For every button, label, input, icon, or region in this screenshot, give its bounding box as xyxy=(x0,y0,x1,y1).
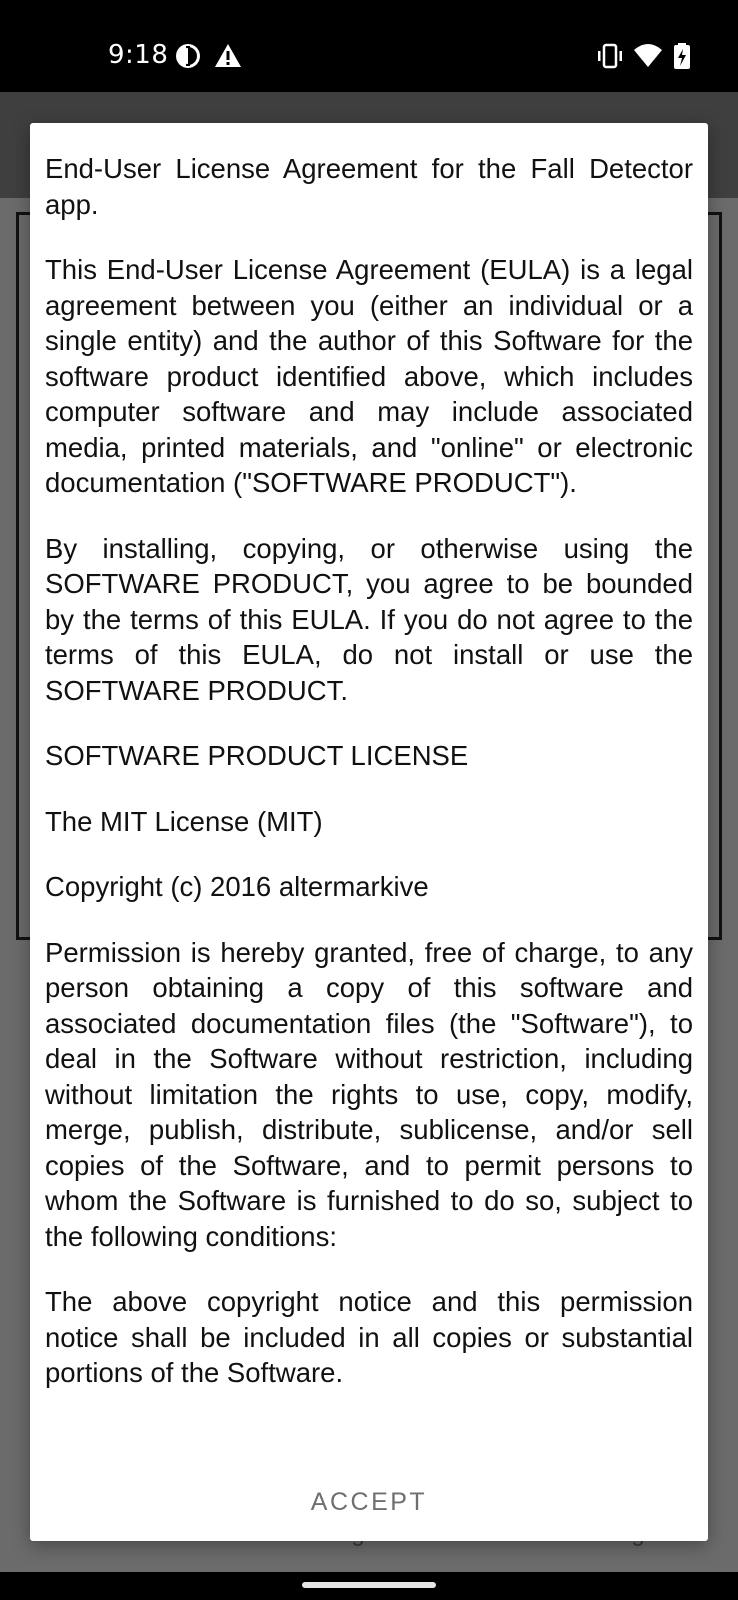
data-saver-icon xyxy=(174,42,202,70)
eula-dialog: End-User License Agreement for the Fall … xyxy=(30,123,708,1541)
dialog-actions: ACCEPT xyxy=(30,1463,708,1541)
battery-charging-icon xyxy=(668,42,696,70)
wifi-icon xyxy=(634,42,662,70)
system-navigation-bar xyxy=(0,1572,738,1600)
eula-license-name: The MIT License (MIT) xyxy=(45,805,323,837)
status-time: 9:18 xyxy=(108,40,169,70)
eula-copyright: Copyright (c) 2016 altermarkive xyxy=(45,871,429,902)
eula-title: End-User License Agreement for the Fall … xyxy=(45,153,693,220)
eula-paragraph: By installing, copying, or otherwise usi… xyxy=(45,532,693,706)
eula-paragraph: Permission is hereby granted, free of ch… xyxy=(45,936,693,1252)
alert-icon xyxy=(214,42,242,70)
vibrate-icon xyxy=(596,42,624,70)
eula-paragraph: This End-User License Agreement (EULA) i… xyxy=(45,254,693,498)
home-gesture-handle[interactable] xyxy=(302,1582,436,1588)
eula-paragraph: The above copyright notice and this perm… xyxy=(45,1286,693,1388)
eula-text-scroll[interactable]: End-User License Agreement for the Fall … xyxy=(45,151,693,1463)
accept-button[interactable]: ACCEPT xyxy=(294,1477,444,1527)
eula-license-heading: SOFTWARE PRODUCT LICENSE xyxy=(45,740,469,771)
status-bar: 9:18 xyxy=(0,0,738,92)
